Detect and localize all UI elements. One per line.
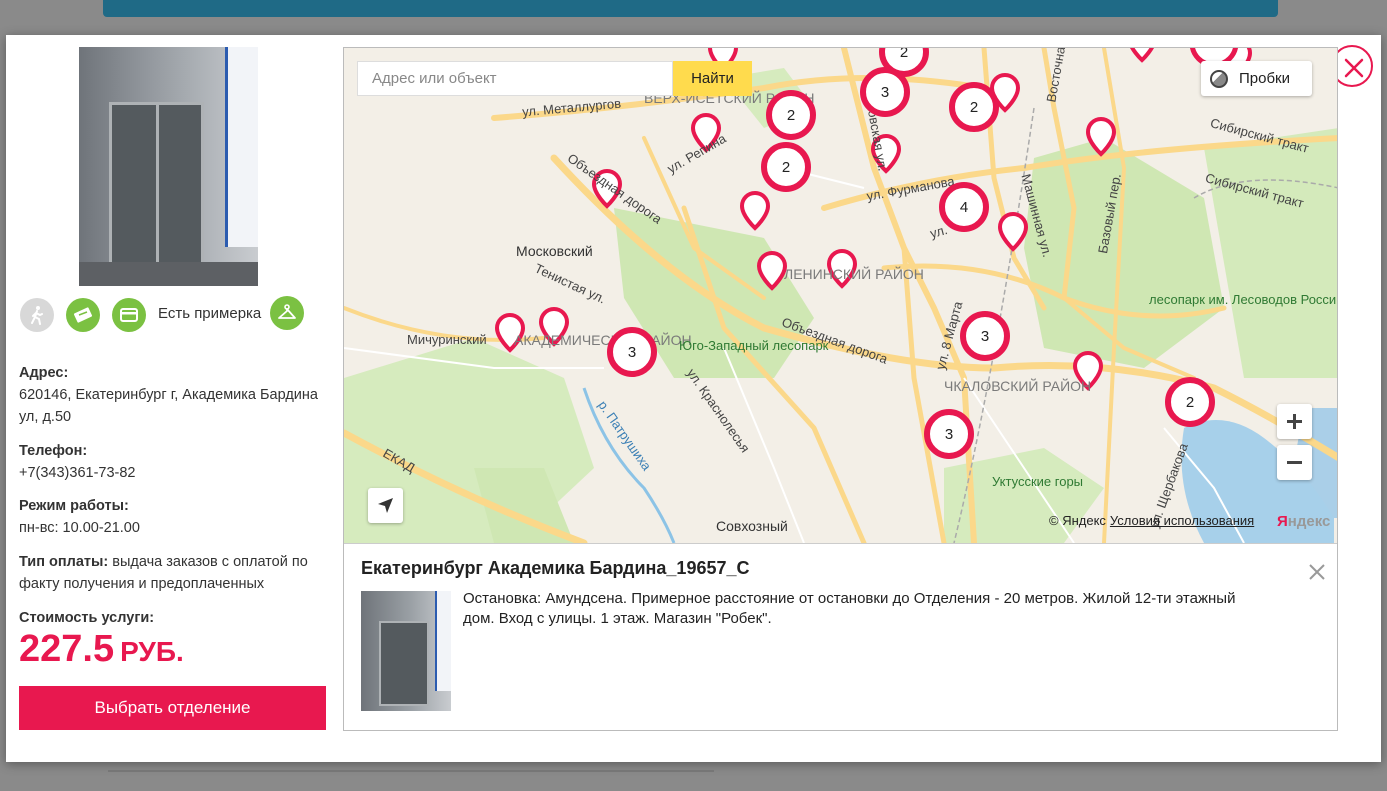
svg-text:2: 2 (970, 99, 978, 116)
balloon-photo (361, 591, 451, 711)
traffic-label: Пробки (1239, 70, 1290, 87)
address-label: Адрес: (19, 365, 69, 381)
fitting-label: Есть примерка (158, 305, 262, 322)
zoom-in-button[interactable] (1277, 404, 1312, 439)
traffic-icon (1210, 70, 1228, 88)
svg-text:3: 3 (628, 344, 636, 361)
yandex-logo[interactable]: Яндекс (1277, 513, 1330, 530)
map-search-input[interactable]: Адрес или объект (357, 61, 673, 96)
map-find-button[interactable]: Найти (673, 61, 752, 96)
price-value: 227.5 (19, 628, 115, 670)
svg-text:3: 3 (881, 84, 889, 101)
map[interactable]: ул. Металлургов Объездная дорога ул. Реп… (343, 47, 1338, 731)
cluster-marker: 2 (949, 82, 999, 132)
photo-door (109, 102, 204, 272)
credit-card-icon (112, 298, 146, 332)
zoom-out-button[interactable] (1277, 445, 1312, 480)
select-branch-button[interactable]: Выбрать отделение (19, 686, 326, 730)
geolocation-button[interactable] (368, 488, 403, 523)
cluster-marker: 2 (766, 90, 816, 140)
hours-label: Режим работы: (19, 498, 129, 514)
price-currency: РУБ. (120, 636, 184, 667)
cluster-marker: 3 (960, 311, 1010, 361)
cluster-marker: 3 (860, 67, 910, 117)
close-icon (1309, 564, 1325, 580)
balloon-close-button[interactable] (1307, 562, 1327, 582)
balloon-description: Остановка: Амундсена. Примерное расстоян… (463, 590, 1236, 627)
copyright-text: © Яндекс (1049, 513, 1106, 528)
svg-text:2: 2 (787, 107, 795, 124)
hours-block: Режим работы: пн-вс: 10.00-21.00 (19, 495, 319, 539)
svg-text:3: 3 (945, 426, 953, 443)
cluster-marker: 3 (924, 409, 974, 459)
location-arrow-icon (378, 498, 393, 513)
photo-banner (225, 47, 258, 247)
svg-text:2: 2 (1186, 394, 1194, 411)
plus-icon (1287, 414, 1302, 429)
minus-icon (1287, 461, 1302, 464)
photo-door (379, 621, 429, 706)
pickup-point-photo (79, 47, 258, 286)
svg-text:3: 3 (981, 328, 989, 345)
address-block: Адрес: 620146, Екатеринбург г, Академика… (19, 362, 319, 428)
background-divider (108, 770, 714, 772)
photo-banner (435, 591, 451, 691)
cluster-marker: 3 (607, 327, 657, 377)
phone-value: +7(343)361-73-82 (19, 465, 136, 481)
hours-value: пн-вс: 10.00-21.00 (19, 520, 140, 536)
phone-block: Телефон: +7(343)361-73-82 (19, 440, 319, 484)
walking-person-icon (20, 298, 54, 332)
cost-label: Стоимость услуги: (19, 610, 155, 626)
payment-label: Тип оплаты: (19, 554, 109, 570)
svg-text:2: 2 (900, 48, 908, 61)
svg-text:4: 4 (960, 199, 968, 216)
cluster-marker: 4 (939, 182, 989, 232)
cost-block: Стоимость услуги: (19, 607, 319, 629)
price: 227.5 РУБ. (19, 628, 184, 671)
header-bar (103, 0, 1278, 17)
voucher-icon (66, 298, 100, 332)
cluster-marker: 2 (761, 142, 811, 192)
point-balloon: Екатеринбург Академика Бардина_19657_С О… (344, 543, 1337, 730)
payment-block: Тип оплаты: выдача заказов с оплатой по … (19, 551, 319, 595)
map-copyright: © Яндекс Условия использования (1049, 513, 1254, 528)
phone-label: Телефон: (19, 443, 88, 459)
balloon-title: Екатеринбург Академика Бардина_19657_С (361, 558, 750, 578)
close-icon (1344, 58, 1364, 78)
photo-floor (79, 262, 258, 286)
hanger-icon (270, 296, 304, 330)
svg-text:2: 2 (782, 159, 790, 176)
traffic-toggle[interactable]: Пробки (1201, 61, 1312, 96)
cluster-marker: 2 (1165, 377, 1215, 427)
address-value: 620146, Екатеринбург г, Академика Бардин… (19, 387, 318, 425)
cluster-markers[interactable]: 2 3 2 2 2 4 3 3 3 2 (344, 48, 1338, 543)
terms-link[interactable]: Условия использования (1110, 513, 1254, 528)
